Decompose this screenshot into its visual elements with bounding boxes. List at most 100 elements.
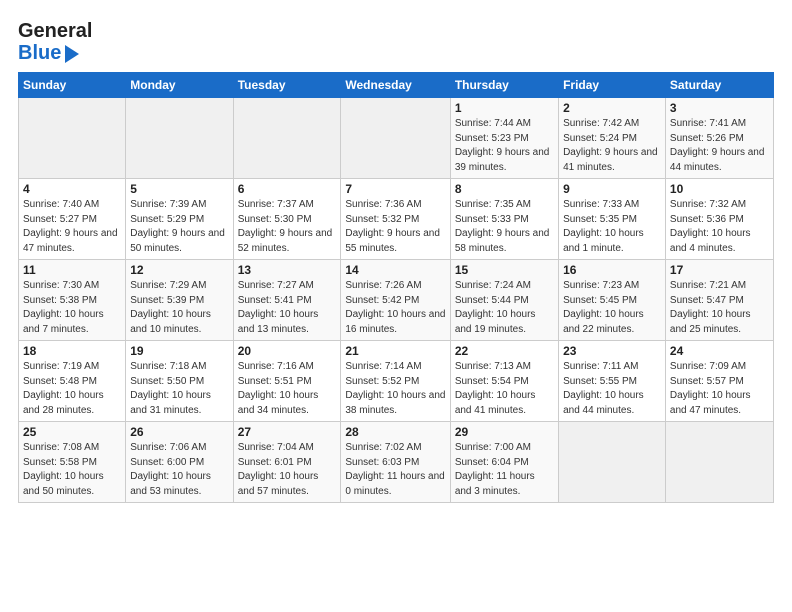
day-info: Sunrise: 7:42 AM Sunset: 5:24 PM Dayligh…	[563, 117, 661, 175]
calendar-cell: 10 Sunrise: 7:32 AM Sunset: 5:36 PM Dayli…	[665, 179, 773, 260]
day-number: 15	[455, 263, 554, 277]
calendar-cell: 15 Sunrise: 7:24 AM Sunset: 5:44 PM Dayli…	[450, 260, 558, 341]
calendar-cell	[233, 98, 341, 179]
day-info: Sunrise: 7:24 AM Sunset: 5:44 PM Dayligh…	[455, 279, 554, 337]
calendar-cell: 17Sunrise: 7:21 AM Sunset: 5:47 PM Dayli…	[665, 260, 773, 341]
day-info: Sunrise: 7:23 AM Sunset: 5:45 PM Dayligh…	[563, 279, 661, 337]
calendar-cell: 22 Sunrise: 7:13 AM Sunset: 5:54 PM Dayli…	[450, 341, 558, 422]
calendar-cell: 16 Sunrise: 7:23 AM Sunset: 5:45 PM Dayli…	[559, 260, 666, 341]
day-number: 2	[563, 101, 661, 115]
day-number: 20	[238, 344, 337, 358]
calendar-row: 25 Sunrise: 7:08 AM Sunset: 5:58 PM Dayli…	[19, 422, 774, 503]
day-info: Sunrise: 7:41 AM Sunset: 5:26 PM Dayligh…	[670, 117, 769, 175]
day-number: 22	[455, 344, 554, 358]
calendar-cell	[665, 422, 773, 503]
day-number: 5	[130, 182, 228, 196]
day-info: Sunrise: 7:44 AM Sunset: 5:23 PM Dayligh…	[455, 117, 554, 175]
day-info: Sunrise: 7:33 AM Sunset: 5:35 PM Dayligh…	[563, 198, 661, 256]
day-number: 10	[670, 182, 769, 196]
calendar-cell: 25 Sunrise: 7:08 AM Sunset: 5:58 PM Dayli…	[19, 422, 126, 503]
day-info: Sunrise: 7:16 AM Sunset: 5:51 PM Dayligh…	[238, 360, 337, 418]
day-number: 24	[670, 344, 769, 358]
day-number: 29	[455, 425, 554, 439]
day-info: Sunrise: 7:00 AM Sunset: 6:04 PM Dayligh…	[455, 441, 554, 499]
calendar-cell: 26 Sunrise: 7:06 AM Sunset: 6:00 PM Dayli…	[126, 422, 233, 503]
day-number: 16	[563, 263, 661, 277]
day-number: 13	[238, 263, 337, 277]
calendar-cell: 1 Sunrise: 7:44 AM Sunset: 5:23 PM Daylig…	[450, 98, 558, 179]
calendar-cell: 2 Sunrise: 7:42 AM Sunset: 5:24 PM Daylig…	[559, 98, 666, 179]
calendar-cell: 28 Sunrise: 7:02 AM Sunset: 6:03 PM Dayli…	[341, 422, 450, 503]
day-number: 12	[130, 263, 228, 277]
day-number: 6	[238, 182, 337, 196]
calendar-cell: 21 Sunrise: 7:14 AM Sunset: 5:52 PM Dayli…	[341, 341, 450, 422]
logo-blue: Blue	[18, 42, 92, 64]
calendar-cell: 8Sunrise: 7:35 AM Sunset: 5:33 PM Daylig…	[450, 179, 558, 260]
day-number: 9	[563, 182, 661, 196]
calendar-cell: 12 Sunrise: 7:29 AM Sunset: 5:39 PM Dayli…	[126, 260, 233, 341]
day-info: Sunrise: 7:27 AM Sunset: 5:41 PM Dayligh…	[238, 279, 337, 337]
day-number: 4	[23, 182, 121, 196]
calendar-cell: 24 Sunrise: 7:09 AM Sunset: 5:57 PM Dayli…	[665, 341, 773, 422]
day-info: Sunrise: 7:37 AM Sunset: 5:30 PM Dayligh…	[238, 198, 337, 256]
weekday-header-cell: Sunday	[19, 73, 126, 98]
weekday-header-cell: Monday	[126, 73, 233, 98]
day-info: Sunrise: 7:02 AM Sunset: 6:03 PM Dayligh…	[345, 441, 445, 499]
day-number: 7	[345, 182, 445, 196]
logo: General Blue	[18, 20, 92, 64]
day-number: 25	[23, 425, 121, 439]
day-info: Sunrise: 7:26 AM Sunset: 5:42 PM Dayligh…	[345, 279, 445, 337]
calendar-table: SundayMondayTuesdayWednesdayThursdayFrid…	[18, 72, 774, 503]
day-number: 8	[455, 182, 554, 196]
day-number: 21	[345, 344, 445, 358]
day-info: Sunrise: 7:11 AM Sunset: 5:55 PM Dayligh…	[563, 360, 661, 418]
calendar-cell: 6 Sunrise: 7:37 AM Sunset: 5:30 PM Daylig…	[233, 179, 341, 260]
day-info: Sunrise: 7:30 AM Sunset: 5:38 PM Dayligh…	[23, 279, 121, 337]
day-info: Sunrise: 7:08 AM Sunset: 5:58 PM Dayligh…	[23, 441, 121, 499]
calendar-row: 11Sunrise: 7:30 AM Sunset: 5:38 PM Dayli…	[19, 260, 774, 341]
day-info: Sunrise: 7:06 AM Sunset: 6:00 PM Dayligh…	[130, 441, 228, 499]
calendar-cell: 11Sunrise: 7:30 AM Sunset: 5:38 PM Dayli…	[19, 260, 126, 341]
day-info: Sunrise: 7:36 AM Sunset: 5:32 PM Dayligh…	[345, 198, 445, 256]
calendar-cell: 9 Sunrise: 7:33 AM Sunset: 5:35 PM Daylig…	[559, 179, 666, 260]
weekday-header-cell: Friday	[559, 73, 666, 98]
calendar-cell	[341, 98, 450, 179]
day-number: 26	[130, 425, 228, 439]
calendar-page: General Blue SundayMondayTuesdayWednesda…	[0, 0, 792, 612]
day-info: Sunrise: 7:09 AM Sunset: 5:57 PM Dayligh…	[670, 360, 769, 418]
logo-general: General	[18, 20, 92, 42]
calendar-cell: 5 Sunrise: 7:39 AM Sunset: 5:29 PM Daylig…	[126, 179, 233, 260]
day-number: 28	[345, 425, 445, 439]
day-number: 23	[563, 344, 661, 358]
day-number: 19	[130, 344, 228, 358]
day-info: Sunrise: 7:32 AM Sunset: 5:36 PM Dayligh…	[670, 198, 769, 256]
calendar-cell	[559, 422, 666, 503]
calendar-cell: 14Sunrise: 7:26 AM Sunset: 5:42 PM Dayli…	[341, 260, 450, 341]
day-number: 1	[455, 101, 554, 115]
day-info: Sunrise: 7:13 AM Sunset: 5:54 PM Dayligh…	[455, 360, 554, 418]
calendar-row: 4 Sunrise: 7:40 AM Sunset: 5:27 PM Daylig…	[19, 179, 774, 260]
weekday-header-cell: Wednesday	[341, 73, 450, 98]
day-info: Sunrise: 7:39 AM Sunset: 5:29 PM Dayligh…	[130, 198, 228, 256]
day-number: 17	[670, 263, 769, 277]
calendar-cell: 20 Sunrise: 7:16 AM Sunset: 5:51 PM Dayli…	[233, 341, 341, 422]
weekday-header-cell: Thursday	[450, 73, 558, 98]
calendar-cell	[19, 98, 126, 179]
header: General Blue	[18, 16, 774, 64]
calendar-body: 1 Sunrise: 7:44 AM Sunset: 5:23 PM Daylig…	[19, 98, 774, 503]
logo-arrow-icon	[65, 45, 79, 63]
day-number: 3	[670, 101, 769, 115]
calendar-cell: 7 Sunrise: 7:36 AM Sunset: 5:32 PM Daylig…	[341, 179, 450, 260]
calendar-cell: 18 Sunrise: 7:19 AM Sunset: 5:48 PM Dayli…	[19, 341, 126, 422]
weekday-header-row: SundayMondayTuesdayWednesdayThursdayFrid…	[19, 73, 774, 98]
day-number: 18	[23, 344, 121, 358]
day-info: Sunrise: 7:19 AM Sunset: 5:48 PM Dayligh…	[23, 360, 121, 418]
day-info: Sunrise: 7:14 AM Sunset: 5:52 PM Dayligh…	[345, 360, 445, 418]
day-info: Sunrise: 7:40 AM Sunset: 5:27 PM Dayligh…	[23, 198, 121, 256]
calendar-cell: 4 Sunrise: 7:40 AM Sunset: 5:27 PM Daylig…	[19, 179, 126, 260]
calendar-cell	[126, 98, 233, 179]
weekday-header-cell: Saturday	[665, 73, 773, 98]
day-info: Sunrise: 7:29 AM Sunset: 5:39 PM Dayligh…	[130, 279, 228, 337]
calendar-cell: 27Sunrise: 7:04 AM Sunset: 6:01 PM Dayli…	[233, 422, 341, 503]
calendar-cell: 29 Sunrise: 7:00 AM Sunset: 6:04 PM Dayli…	[450, 422, 558, 503]
